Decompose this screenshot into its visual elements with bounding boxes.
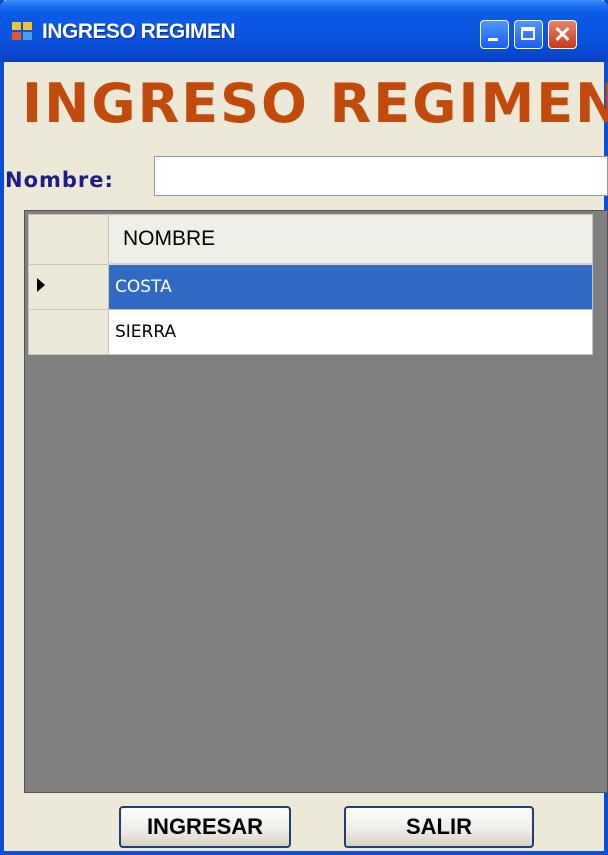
window-title: INGRESO REGIMEN: [42, 20, 236, 43]
table-row[interactable]: COSTA: [28, 263, 593, 310]
app-icon: [12, 22, 34, 42]
ingresar-button[interactable]: INGRESAR: [119, 806, 291, 848]
table-cell[interactable]: COSTA: [108, 263, 593, 310]
page-title: INGRESO REGIMEN: [22, 72, 608, 135]
close-icon: ✕: [553, 22, 572, 47]
maximize-button[interactable]: [514, 20, 543, 49]
table-row[interactable]: SIERRA: [28, 309, 593, 355]
row-header[interactable]: [28, 309, 109, 355]
nombre-label: Nombre:: [5, 168, 114, 192]
title-bar[interactable]: INGRESO REGIMEN ✕: [0, 0, 608, 62]
salir-button[interactable]: SALIR: [344, 806, 534, 848]
minimize-icon: [488, 38, 498, 41]
row-header[interactable]: [28, 263, 109, 310]
table-cell[interactable]: SIERRA: [108, 309, 593, 355]
main-window: INGRESO REGIMEN ✕ INGRESO REGIMEN Nombre…: [0, 0, 608, 855]
grid-table: NOMBRE COSTA SIERRA: [28, 214, 593, 355]
nombre-input[interactable]: [154, 156, 608, 196]
close-button[interactable]: ✕: [548, 20, 577, 49]
column-header-nombre[interactable]: NOMBRE: [108, 214, 593, 265]
maximize-icon: [521, 27, 535, 40]
minimize-button[interactable]: [480, 20, 509, 49]
current-row-arrow-icon: [37, 277, 45, 292]
data-grid[interactable]: NOMBRE COSTA SIERRA: [24, 210, 608, 793]
corner-header[interactable]: [28, 214, 109, 265]
